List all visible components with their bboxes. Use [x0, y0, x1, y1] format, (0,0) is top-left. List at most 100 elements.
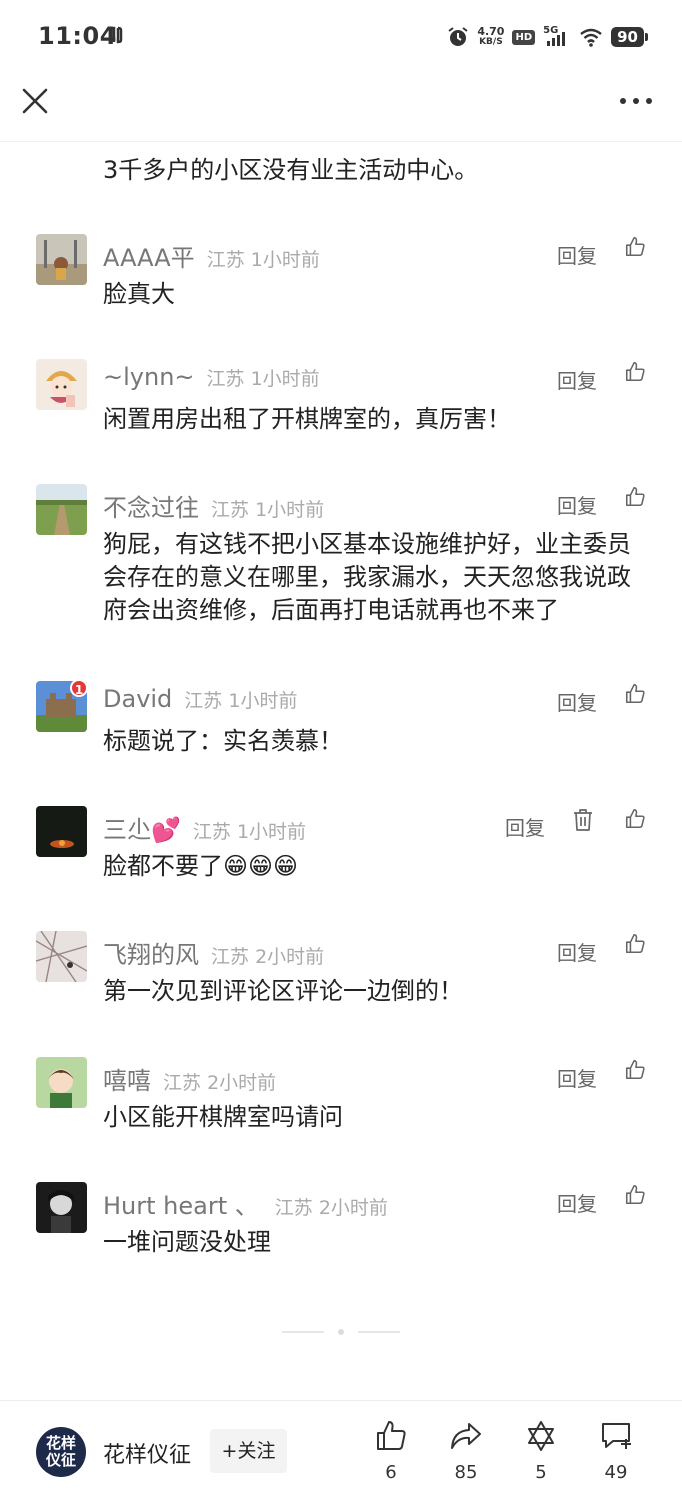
status-indicators: 4.70 KB/S HD 5G 90: [447, 22, 648, 52]
comment-meta: 江苏 2小时前: [163, 1072, 276, 1094]
avatar[interactable]: [36, 931, 87, 982]
comment-location: 江苏: [211, 499, 250, 521]
close-icon[interactable]: [20, 86, 50, 116]
reply-button[interactable]: 回复: [557, 240, 597, 269]
comment-meta: 江苏 1小时前: [193, 821, 306, 843]
comment-item: Hurt heart 、江苏 2小时前 回复 一堆问题没处理: [0, 1182, 682, 1262]
comment-author[interactable]: AAAA平: [103, 244, 195, 272]
status-time: 11:04: [38, 22, 117, 50]
comment-meta: 江苏 1小时前: [207, 249, 320, 271]
reply-button[interactable]: 回复: [557, 1063, 597, 1092]
author-avatar[interactable]: 花样仪征: [36, 1427, 86, 1477]
comment-time: 2小时前: [207, 1072, 277, 1094]
like-action[interactable]: 6: [361, 1419, 421, 1489]
reply-button[interactable]: 回复: [505, 812, 545, 841]
comment-location: 江苏: [192, 821, 231, 843]
reply-button[interactable]: 回复: [557, 687, 597, 716]
comment-text: 闲置用房出租了开棋牌室的，真厉害！: [103, 405, 511, 433]
like-count: 6: [385, 1462, 397, 1483]
reply-button[interactable]: 回复: [557, 1188, 597, 1217]
share-action[interactable]: 85: [436, 1419, 496, 1489]
bottom-action-bar: 花样仪征 花样仪征 +关注 6 85 5 49: [0, 1401, 682, 1500]
comment-location: 江苏: [184, 690, 223, 712]
nav-divider: [0, 141, 682, 142]
top-navigation: [0, 72, 682, 142]
reply-button[interactable]: 回复: [557, 937, 597, 966]
comment-item: 嘻嘻 江苏 2小时前 回复 小区能开棋牌室吗请问: [0, 1057, 682, 1137]
hd-badge: HD: [512, 29, 536, 45]
comment-item: ~lynn~ 江苏 1小时前 回复 闲置用房出租了开棋牌室的，真厉害！: [0, 359, 682, 439]
thumbs-up-icon[interactable]: [624, 683, 646, 705]
comment-text: 脸真大: [103, 280, 175, 308]
avatar[interactable]: [36, 1057, 87, 1108]
comment-author[interactable]: 嘻嘻: [103, 1067, 151, 1095]
comment-author[interactable]: ~lynn~: [103, 363, 195, 391]
comment-author[interactable]: Hurt heart 、: [103, 1192, 259, 1220]
comment-location: 江苏: [163, 1072, 202, 1094]
comment-meta: 江苏 1小时前: [207, 368, 320, 390]
thumbs-up-icon[interactable]: [624, 236, 646, 258]
comment-location: 江苏: [211, 946, 250, 968]
thumbs-up-icon: [377, 1421, 406, 1450]
avatar[interactable]: [36, 359, 87, 410]
comment-item: 1 David 江苏 1小时前 回复 标题说了：实名羡慕！: [0, 679, 682, 761]
collect-action[interactable]: 5: [511, 1419, 571, 1489]
thumbs-up-icon[interactable]: [624, 1184, 646, 1206]
thumbs-up-icon[interactable]: [624, 1059, 646, 1081]
comment-time: 2小时前: [255, 946, 325, 968]
comment-header: Hurt heart 、江苏 2小时前: [103, 1186, 388, 1221]
battery-indicator: 90: [611, 27, 648, 47]
avatar[interactable]: [36, 234, 87, 285]
author-avatar-text: 花样仪征: [45, 1434, 76, 1469]
comment-author[interactable]: David: [103, 685, 172, 713]
reply-button[interactable]: 回复: [557, 490, 597, 519]
avatar[interactable]: [36, 484, 87, 535]
comment-plus-icon: [602, 1423, 631, 1449]
comment-text: 标题说了：实名羡慕！: [103, 727, 343, 755]
comment-author[interactable]: 三尐💕: [103, 816, 181, 844]
thumbs-up-icon[interactable]: [624, 808, 646, 830]
comment-time: 1小时前: [236, 821, 307, 843]
previous-comment-text: 3千多户的小区没有业主活动中心。: [103, 156, 479, 184]
comment-author[interactable]: 不念过往: [103, 494, 199, 522]
comment-location: 江苏: [274, 1197, 313, 1219]
star-of-david-icon: [528, 1421, 554, 1451]
thumbs-up-icon[interactable]: [624, 361, 646, 383]
follow-button[interactable]: +关注: [210, 1429, 287, 1473]
network-speed: 4.70 KB/S: [477, 26, 504, 48]
alarm-icon: [448, 27, 468, 46]
comment-text: 小区能开棋牌室吗请问: [103, 1103, 343, 1131]
comment-header: 嘻嘻 江苏 2小时前: [103, 1061, 276, 1096]
comment-time: 2小时前: [318, 1197, 388, 1219]
more-icon[interactable]: [618, 90, 654, 112]
thumbs-up-icon[interactable]: [624, 933, 646, 955]
wifi-icon: [580, 28, 602, 47]
comment-action[interactable]: 49: [586, 1419, 646, 1489]
comment-header: 不念过往 江苏 1小时前: [103, 488, 324, 523]
collect-count: 5: [535, 1462, 547, 1483]
comment-item: AAAA平 江苏 1小时前 回复 脸真大: [0, 234, 682, 314]
reply-button[interactable]: 回复: [557, 365, 597, 394]
comment-text: 第一次见到评论区评论一边倒的！: [103, 977, 463, 1005]
signal-5g-icon: 5G: [543, 25, 571, 47]
comment-meta: 江苏 1小时前: [211, 499, 324, 521]
comment-text: 脸都不要了😁😁😁: [103, 852, 299, 880]
avatar[interactable]: [36, 806, 87, 857]
trash-icon[interactable]: [572, 808, 594, 832]
comment-header: 飞翔的风 江苏 2小时前: [103, 935, 324, 970]
comment-author[interactable]: 飞翔的风: [103, 941, 199, 969]
page-indicator: [282, 1329, 400, 1335]
author-name[interactable]: 花样仪征: [103, 1437, 191, 1469]
share-icon: [451, 1423, 481, 1449]
comment-time: 1小时前: [255, 499, 325, 521]
comment-meta: 江苏 2小时前: [275, 1197, 388, 1219]
comment-time: 1小时前: [250, 249, 320, 271]
net-speed-value: 4.70: [477, 25, 505, 38]
comment-time: 1小时前: [250, 368, 320, 390]
comment-item: 不念过往 江苏 1小时前 回复 狗屁，有这钱不把小区基本设施维护好，业主委员会存在…: [0, 484, 682, 634]
thumbs-up-icon[interactable]: [624, 486, 646, 508]
comment-item: 飞翔的风 江苏 2小时前 回复 第一次见到评论区评论一边倒的！: [0, 931, 682, 1011]
comment-count: 49: [604, 1462, 628, 1483]
avatar[interactable]: [36, 1182, 87, 1233]
net-speed-unit: KB/S: [479, 37, 503, 47]
